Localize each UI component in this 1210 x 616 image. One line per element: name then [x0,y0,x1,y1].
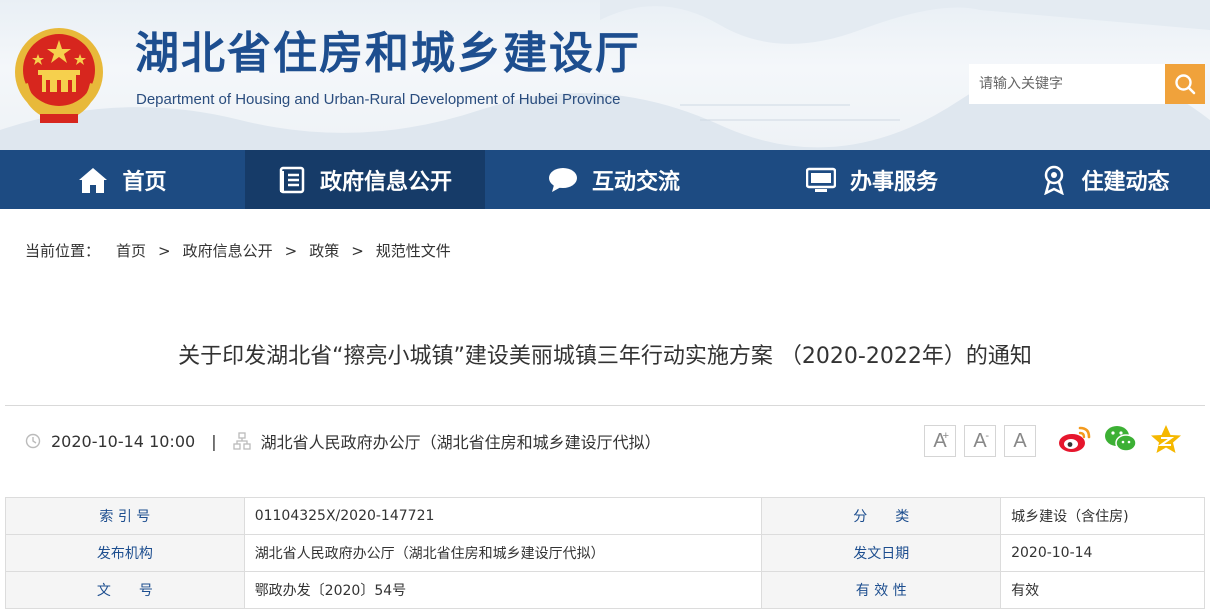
publisher-label: 发布机构 [5,534,245,572]
validity-value: 有效 [1000,571,1205,609]
share-weibo-button[interactable] [1058,424,1092,454]
site-title: 湖北省住房和城乡建设厅 [135,28,641,79]
table-row: 发布机构 湖北省人民政府办公厅（湖北省住房和城乡建设厅代拟） 发文日期 2020… [5,534,1205,572]
font-increase-button[interactable]: A + [924,425,956,457]
weibo-icon [1059,426,1091,452]
nav-label: 住建动态 [1081,169,1170,195]
nav-item-interaction[interactable]: 互动交流 [485,150,743,209]
nav-item-services[interactable]: 办事服务 [743,150,1001,209]
clock-icon [25,433,41,449]
location-pin-icon [1044,165,1065,195]
index-number-value: 01104325X/2020-147721 [243,497,763,535]
breadcrumb-item-policy[interactable]: 政策 [309,240,339,261]
breadcrumb-separator: > [158,241,171,260]
search-box [969,64,1205,104]
breadcrumb-separator: > [351,241,364,260]
share-qzone-button[interactable] [1150,424,1182,454]
search-button[interactable] [1165,64,1205,104]
share-buttons [1058,424,1182,454]
plus-sign: + [942,430,949,442]
home-icon [79,167,108,193]
organization-icon [232,432,251,450]
breadcrumb-label: 当前位置： [25,242,101,260]
breadcrumb: 当前位置： 首页 > 政府信息公开 > 政策 > 规范性文件 [25,240,451,261]
issue-date-label: 发文日期 [761,534,1002,572]
publish-date: 2020-10-14 10:00 [51,431,196,451]
meta-separator: | [211,431,217,451]
search-icon [1175,74,1196,95]
issue-date-value: 2020-10-14 [1000,534,1205,572]
breadcrumb-item-normative-docs[interactable]: 规范性文件 [376,240,451,261]
table-row: 索 引 号 01104325X/2020-147721 分 类 城乡建设（含住房… [5,497,1205,535]
category-value: 城乡建设（含住房) [1000,497,1205,535]
publisher: 湖北省人民政府办公厅（湖北省住房和城乡建设厅代拟） [260,433,661,452]
nav-item-news[interactable]: 住建动态 [1001,150,1210,209]
site-subtitle: Department of Housing and Urban-Rural De… [136,91,621,108]
document-number-label: 文 号 [5,571,245,609]
nav-label: 办事服务 [849,169,938,195]
nav-label: 互动交流 [591,169,680,195]
table-row: 文 号 鄂政办发〔2020〕54号 有 效 性 有效 [5,571,1205,609]
validity-label: 有 效 性 [761,571,1002,609]
divider [5,405,1205,406]
nav-item-home[interactable]: 首页 [0,150,245,209]
font-decrease-button[interactable]: A - [964,425,996,457]
publisher-value: 湖北省人民政府办公厅（湖北省住房和城乡建设厅代拟） [243,534,763,572]
document-number-value: 鄂政办发〔2020〕54号 [243,571,763,609]
nav-label: 政府信息公开 [319,169,452,195]
index-number-label: 索 引 号 [5,497,245,535]
font-reset-label: A [1013,429,1027,452]
chat-bubble-icon [548,167,577,192]
site-header: 湖北省住房和城乡建设厅 Department of Housing and Ur… [0,0,1210,150]
main-nav: 首页 政府信息公开 互动交流 办事服务 住建动态 [0,150,1210,209]
breadcrumb-item-gov-info[interactable]: 政府信息公开 [183,240,273,261]
qzone-icon [1151,425,1181,453]
nav-item-gov-info[interactable]: 政府信息公开 [245,150,485,209]
share-wechat-button[interactable] [1104,424,1138,454]
wechat-icon [1105,426,1137,452]
nav-label: 首页 [122,169,167,195]
document-info-table: 索 引 号 01104325X/2020-147721 分 类 城乡建设（含住房… [5,497,1205,609]
breadcrumb-item-home[interactable]: 首页 [116,240,146,261]
minus-sign: - [985,430,989,442]
breadcrumb-separator: > [284,241,298,260]
monitor-icon [805,167,836,192]
font-size-controls: A + A - A [924,425,1036,457]
category-label: 分 类 [761,497,1002,535]
article-title: 关于印发湖北省“擦亮小城镇”建设美丽城镇三年行动实施方案 （2020-2022年… [178,344,1032,369]
search-input[interactable] [969,64,1165,104]
article-meta: 2020-10-14 10:00 | 湖北省人民政府办公厅（湖北省住房和城乡建设… [25,428,661,454]
national-emblem-icon [15,28,103,123]
document-list-icon [279,166,305,193]
font-reset-button[interactable]: A [1004,425,1036,457]
